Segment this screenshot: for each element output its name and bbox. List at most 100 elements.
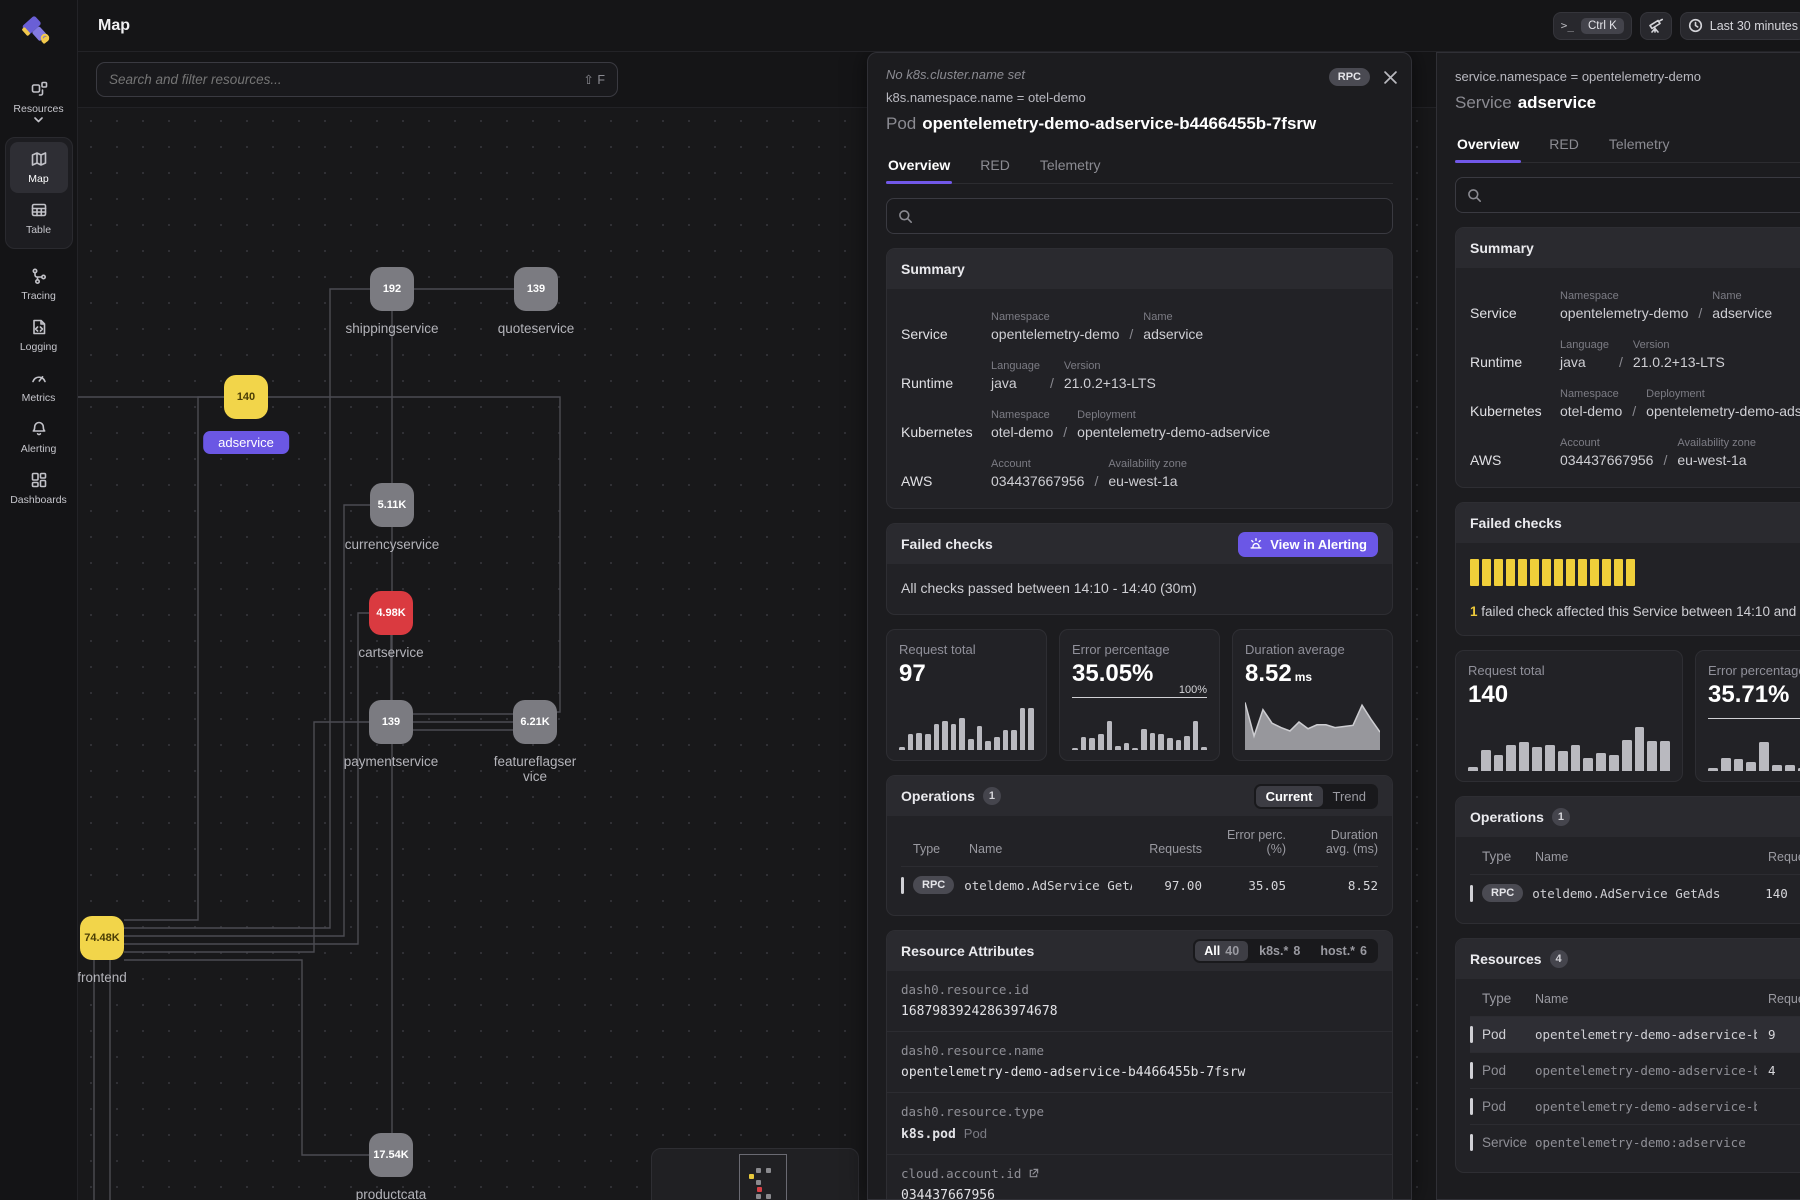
chart-bar — [1734, 759, 1744, 771]
minimap[interactable] — [651, 1148, 859, 1200]
resource-row[interactable]: Podopentelemetry-demo-adservice-b…9 — [1470, 1016, 1800, 1052]
attr-filter-All[interactable]: All40 — [1195, 941, 1248, 961]
summary-field: Namespaceopentelemetry-demo — [1560, 290, 1688, 321]
map-node-paymentservice[interactable]: 139 — [369, 700, 413, 744]
failed-check-segment — [1554, 559, 1563, 586]
command-palette-button[interactable]: >_ Ctrl K — [1553, 12, 1632, 40]
summary-header: Summary — [1456, 228, 1800, 268]
operations-table: Type Name Requests RPC oteldemo.AdServic… — [1456, 837, 1800, 923]
view-in-alerting-button[interactable]: View in Alerting — [1238, 532, 1378, 557]
operation-row[interactable]: RPC oteldemo.AdService GetAds 97.00 35.0… — [901, 866, 1378, 903]
sidebar-item-tracing[interactable]: Tracing — [6, 259, 72, 310]
resources-table-header: Type Name Requests — [1470, 981, 1800, 1016]
service-search-box[interactable] — [1455, 177, 1800, 213]
resource-attribute[interactable]: cloud.account.id034437667956 — [887, 1154, 1392, 1200]
telescope-button[interactable] — [1640, 12, 1672, 40]
chart-bar — [1647, 741, 1657, 771]
resource-row[interactable]: Serviceopentelemetry-demo:adservice — [1470, 1124, 1800, 1160]
map-node-adservice[interactable]: 140 — [224, 375, 268, 419]
minimap-viewport[interactable] — [739, 1154, 787, 1200]
time-range-picker[interactable]: Last 30 minutes — [1680, 12, 1800, 40]
summary-row-label: AWS — [901, 473, 991, 489]
summary-field: Nameadservice — [1712, 290, 1772, 321]
tab-telemetry[interactable]: Telemetry — [1038, 149, 1103, 183]
tab-red[interactable]: RED — [978, 149, 1012, 183]
tab-overview[interactable]: Overview — [1455, 128, 1521, 162]
chart-bar — [977, 726, 983, 750]
chart-bar — [1141, 729, 1147, 750]
operations-title: Operations — [1470, 809, 1544, 825]
tab-red[interactable]: RED — [1547, 128, 1581, 162]
field-key: Namespace — [991, 311, 1119, 323]
resource-attribute[interactable]: dash0.resource.typek8s.podPod — [887, 1092, 1392, 1154]
failed-check-segment — [1530, 559, 1539, 586]
map-node-productcatalog[interactable]: 17.54K — [369, 1133, 413, 1177]
resource-attributes-header: Resource Attributes All40k8s.*8host.*6 — [887, 931, 1392, 971]
pod-search-box[interactable] — [886, 198, 1393, 234]
chart-bar — [1532, 747, 1542, 771]
resource-attribute[interactable]: dash0.resource.nameopentelemetry-demo-ad… — [887, 1031, 1392, 1092]
chart-bar — [1558, 751, 1568, 771]
toggle-trend[interactable]: Trend — [1323, 786, 1376, 807]
col-name: Name — [969, 842, 1132, 856]
service-tabs: Overview RED Telemetry — [1455, 128, 1800, 163]
map-node-frontend[interactable]: 74.48K — [80, 916, 124, 960]
sidebar-item-metrics[interactable]: Metrics — [6, 361, 72, 412]
col-requests: Requests — [1768, 992, 1800, 1006]
attribute-key: cloud.account.id — [901, 1166, 1378, 1181]
field-value: otel-demo — [1560, 403, 1622, 419]
operation-row[interactable]: RPC oteldemo.AdService GetAds 140 — [1470, 874, 1800, 911]
failed-check-segment — [1542, 559, 1551, 586]
namespace-note: k8s.namespace.name = otel-demo — [886, 90, 1393, 105]
summary-row-label: Kubernetes — [1470, 403, 1560, 419]
sidebar-item-label: Table — [26, 224, 51, 236]
sidebar-item-dashboards[interactable]: Dashboards — [6, 463, 72, 514]
field-value: 21.0.2+13-LTS — [1633, 354, 1725, 370]
pod-search-input[interactable] — [921, 209, 1381, 224]
resource-attribute[interactable]: dash0.resource.id16879839242863974678 — [887, 971, 1392, 1031]
minimap-node-dot — [749, 1174, 754, 1179]
summary-fields: Languagejava/Version21.0.2+13-LTS — [1560, 339, 1725, 370]
cluster-note: No k8s.cluster.name set — [886, 67, 1393, 82]
resource-row[interactable]: Podopentelemetry-demo-adservice-b…4 — [1470, 1052, 1800, 1088]
resources-header: Resources 4 — [1456, 939, 1800, 979]
failed-check-segment — [1506, 559, 1515, 586]
duration-area-chart — [1245, 694, 1380, 750]
attr-filter-k8s[interactable]: k8s.*8 — [1250, 941, 1309, 961]
sidebar-item-logging[interactable]: Logging — [6, 310, 72, 361]
close-button[interactable] — [1384, 71, 1397, 84]
service-search-input[interactable] — [1490, 188, 1800, 203]
summary-field: Deploymentopentelemetry-demo-adservice — [1646, 388, 1800, 419]
attribute-key: dash0.resource.type — [901, 1104, 1378, 1119]
operations-header: Operations 1 — [1456, 797, 1800, 837]
tab-overview[interactable]: Overview — [886, 149, 952, 183]
toggle-current[interactable]: Current — [1256, 786, 1323, 807]
attr-filter-host[interactable]: host.*6 — [1311, 941, 1376, 961]
sidebar-item-map[interactable]: Map — [10, 142, 68, 193]
chart-bar — [1072, 748, 1078, 750]
sidebar-item-table[interactable]: Table — [10, 193, 68, 244]
map-node-featureflagservice[interactable]: 6.21K — [513, 700, 557, 744]
app-root: Resources Map Table Tracing Logging Metr… — [0, 0, 1800, 1200]
resource-row[interactable]: Podopentelemetry-demo-adservice-b… — [1470, 1088, 1800, 1124]
chart-bar — [1759, 742, 1769, 771]
chart-bar — [1596, 753, 1606, 771]
summary-fields: Namespaceotel-demo/Deploymentopentelemet… — [991, 409, 1270, 440]
map-node-cartservice[interactable]: 4.98K — [369, 591, 413, 635]
tab-telemetry[interactable]: Telemetry — [1607, 128, 1672, 162]
field-value: java — [1560, 354, 1609, 370]
sidebar-item-resources[interactable]: Resources — [6, 72, 72, 131]
chart-bar — [1494, 755, 1504, 771]
selected-node-badge[interactable]: adservice — [203, 431, 289, 454]
map-node-shippingservice[interactable]: 192 — [370, 267, 414, 311]
field-value: java — [991, 375, 1040, 391]
field-value: adservice — [1712, 305, 1772, 321]
map-node-currencyservice[interactable]: 5.11K — [370, 483, 414, 527]
sidebar-item-label: Tracing — [21, 290, 56, 302]
operations-card: Operations 1 Current Trend Type Name Req… — [886, 775, 1393, 916]
chart-bar — [959, 718, 965, 750]
sidebar-item-alerting[interactable]: Alerting — [6, 412, 72, 463]
resource-type-label: Service — [1455, 93, 1512, 112]
stat-title: Duration average — [1245, 642, 1380, 657]
map-node-quoteservice[interactable]: 139 — [514, 267, 558, 311]
